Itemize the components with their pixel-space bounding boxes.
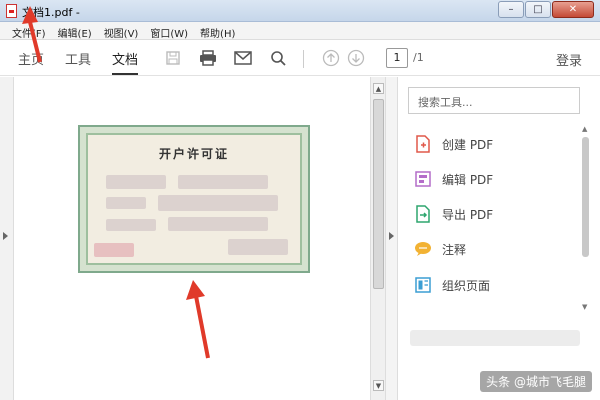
- menu-view[interactable]: 视图(V): [98, 22, 145, 40]
- up-icon[interactable]: [321, 49, 341, 67]
- tool-export-pdf[interactable]: 导出 PDF: [414, 202, 493, 226]
- right-panel-toggle[interactable]: [386, 77, 398, 400]
- menu-help[interactable]: 帮助(H): [194, 22, 241, 40]
- pdf-app-icon: [6, 4, 17, 18]
- expand-right-icon: [389, 232, 394, 240]
- tool-comment[interactable]: 注释: [414, 237, 466, 261]
- scroll-up-icon[interactable]: ▲: [582, 125, 587, 133]
- scroll-thumb[interactable]: [582, 137, 589, 257]
- tool-search-input[interactable]: 搜索工具...: [408, 87, 580, 114]
- blurred-stamp: [94, 243, 134, 257]
- blurred-text: [228, 239, 288, 255]
- watermark: 头条 @城市飞毛腿: [480, 371, 592, 392]
- comment-icon: [414, 240, 432, 258]
- scroll-down-button[interactable]: ▼: [373, 380, 384, 391]
- blurred-text: [106, 197, 146, 209]
- menu-file[interactable]: 文件(F): [6, 22, 52, 40]
- export-pdf-icon: [414, 205, 432, 223]
- maximize-button[interactable]: □: [525, 1, 551, 18]
- title-bar: 文档1.pdf - – □ ✕: [0, 0, 600, 22]
- search-icon[interactable]: [268, 49, 288, 67]
- scroll-down-icon[interactable]: ▼: [582, 303, 587, 311]
- edit-pdf-icon: [414, 170, 432, 188]
- minimize-button[interactable]: –: [498, 1, 524, 18]
- left-panel-toggle[interactable]: [0, 77, 14, 400]
- window-title: 文档1.pdf -: [22, 6, 80, 19]
- mail-icon[interactable]: [233, 49, 253, 67]
- certificate-inner: 开户许可证: [86, 133, 302, 265]
- toolbar-separator: [303, 50, 304, 68]
- menu-bar: 文件(F) 编辑(E) 视图(V) 窗口(W) 帮助(H): [0, 22, 600, 40]
- save-icon[interactable]: [163, 49, 183, 67]
- tool-label: 创建 PDF: [442, 137, 494, 152]
- expand-left-icon: [3, 232, 8, 240]
- active-tab-indicator: [112, 73, 138, 75]
- close-button[interactable]: ✕: [552, 1, 594, 18]
- document-scrollbar[interactable]: ▲ ▼: [370, 77, 386, 400]
- menu-edit[interactable]: 编辑(E): [52, 22, 98, 40]
- tool-label: 组织页面: [442, 278, 491, 293]
- certificate-page: 开户许可证: [78, 125, 310, 273]
- blurred-text: [410, 330, 580, 346]
- scroll-up-button[interactable]: ▲: [373, 83, 384, 94]
- tool-label: 导出 PDF: [442, 207, 494, 222]
- tool-edit-pdf[interactable]: 编辑 PDF: [414, 167, 493, 191]
- scroll-thumb[interactable]: [373, 99, 384, 289]
- blurred-text: [168, 217, 268, 231]
- tools-panel: 搜索工具... 创建 PDF 编辑 PDF 导出 PDF 注释 组织页面: [398, 77, 600, 400]
- tool-create-pdf[interactable]: 创建 PDF: [414, 132, 493, 156]
- tool-label: 编辑 PDF: [442, 172, 494, 187]
- tools-panel-scrollbar[interactable]: ▲ ▼: [581, 125, 590, 315]
- tab-home[interactable]: 主页: [18, 49, 44, 68]
- tab-document[interactable]: 文档: [112, 49, 138, 68]
- page-number-input[interactable]: 1: [386, 48, 408, 68]
- blurred-text: [178, 175, 268, 189]
- tool-organize-pages[interactable]: 组织页面: [414, 273, 490, 297]
- print-icon[interactable]: [198, 49, 218, 67]
- toolbar: 主页 工具 文档 1 /1 登录: [0, 40, 600, 76]
- tab-tools[interactable]: 工具: [65, 49, 91, 68]
- menu-window[interactable]: 窗口(W): [144, 22, 194, 40]
- blurred-text: [158, 195, 278, 211]
- certificate-title: 开户许可证: [158, 147, 229, 161]
- login-button[interactable]: 登录: [556, 50, 582, 69]
- window-controls: – □ ✕: [498, 1, 594, 18]
- organize-pages-icon: [414, 276, 432, 294]
- create-pdf-icon: [414, 135, 432, 153]
- blurred-text: [106, 219, 156, 231]
- page-total: /1: [413, 51, 424, 64]
- down-icon[interactable]: [346, 49, 366, 67]
- blurred-text: [106, 175, 166, 189]
- tool-label: 注释: [442, 242, 467, 257]
